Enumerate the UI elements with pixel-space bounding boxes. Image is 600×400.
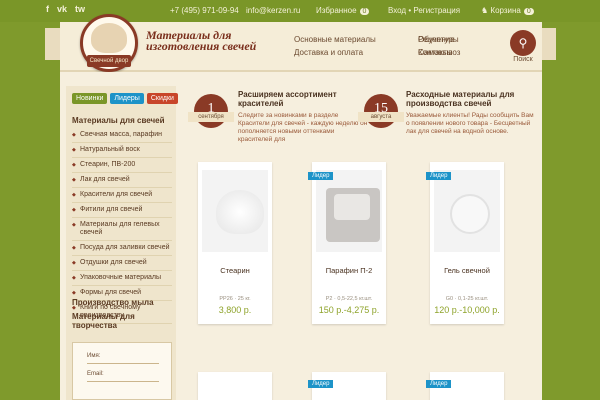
product-code: PP26 (219, 296, 233, 302)
category-item[interactable]: Лак для свечей (72, 173, 172, 188)
nav-recipes[interactable]: Рецептуры (418, 35, 459, 44)
category-item[interactable]: Фитили для свечей (72, 203, 172, 218)
news-date-circle: 1 (194, 94, 228, 128)
favorites-label: Избранное (316, 6, 357, 15)
search-button[interactable]: ⚲ (510, 30, 536, 56)
product-price: 150 р.-4,275 р. (318, 305, 380, 315)
category-item[interactable]: Отдушки для свечей (72, 256, 172, 271)
product-card[interactable]: Стеарин PP26 · 25 кг. 3,800 р. (198, 162, 272, 324)
product-price: 120 р.-10,000 р. (434, 305, 500, 315)
leader-badge: Лидер (308, 172, 334, 180)
product-image (434, 170, 500, 252)
news-month: августа (358, 112, 404, 122)
name-label: Имя: (87, 353, 101, 359)
product-code: P2 (325, 296, 333, 302)
product-image (202, 170, 268, 252)
login-form: Имя: Email: (72, 342, 172, 400)
phone-number[interactable]: +7 (495) 971-09-94 (170, 6, 239, 15)
site-logo[interactable]: Свечной двор (80, 14, 138, 72)
filter-tabs: Новинки Лидеры Скидки (72, 93, 178, 104)
category-item[interactable]: Свечная масса, парафин (72, 128, 172, 143)
main-nav: Основные материалы Обучение Доставка и о… (294, 35, 504, 57)
twitter-icon[interactable]: tw (75, 4, 85, 14)
category-item[interactable]: Натуральный воск (72, 143, 172, 158)
category-item[interactable]: Материалы для гелевых свечей (72, 218, 172, 241)
facebook-icon[interactable]: f (46, 4, 49, 14)
news-title[interactable]: Расширяем ассортимент красителей (238, 90, 368, 108)
product-code: G0 (445, 296, 454, 302)
cart-count-badge: 0 (523, 8, 534, 15)
vk-icon[interactable]: vk (57, 4, 67, 14)
product-name[interactable]: Стеарин (198, 266, 272, 275)
product-name[interactable]: Парафин П-2 (312, 266, 386, 275)
category-item[interactable]: Красители для свечей (72, 188, 172, 203)
filter-sale[interactable]: Скидки (146, 93, 178, 104)
sidebar-section-soap[interactable]: Производство мыла (72, 298, 154, 307)
product-meta: G0 · 0,1-25 кг.шт. (445, 296, 489, 302)
product-card[interactable]: Гель свечной G0 · 0,1-25 кг.шт. 120 р.-1… (430, 162, 504, 324)
category-list: Свечная масса, парафин Натуральный воск … (72, 128, 172, 324)
nav-basic-materials[interactable]: Основные материалы (294, 35, 418, 44)
category-item[interactable]: Посуда для заливки свечей (72, 241, 172, 256)
product-meta: P2 · 0,5-22,5 кг.шт. (325, 296, 373, 302)
category-item[interactable]: Стеарин, ПВ-200 (72, 158, 172, 173)
product-unit: 0,5-22,5 кг.шт. (337, 296, 373, 302)
paraffin-image-highlight (334, 194, 370, 220)
filter-new[interactable]: Новинки (72, 93, 108, 104)
filter-leaders[interactable]: Лидеры (110, 93, 144, 104)
email-input[interactable] (87, 381, 159, 382)
leader-badge: Лидер (426, 172, 452, 180)
product-unit: 0,1-25 кг.шт. (457, 296, 489, 302)
cart-icon: ♞ (481, 6, 491, 15)
product-image (316, 170, 382, 252)
cart-label: Корзина (490, 6, 521, 15)
news-date-circle: 15 (364, 94, 398, 128)
name-input[interactable] (87, 363, 159, 364)
site-title: Материалы для изготовления свечей (146, 28, 257, 53)
leader-badge: Лидер (426, 380, 452, 388)
sidebar-section-crafts[interactable]: Материалы для творчества (72, 312, 162, 330)
news-title[interactable]: Расходные материалы для производства све… (406, 90, 532, 108)
gel-image (450, 194, 490, 234)
product-price: 3,800 р. (218, 305, 252, 315)
nav-delivery[interactable]: Доставка и оплата (294, 48, 418, 57)
stearin-image (216, 190, 264, 234)
search-label: Поиск (513, 56, 533, 63)
nav-contacts[interactable]: Контакты (418, 48, 459, 57)
news-text: Уважаемые клиенты! Рады сообщить Вам о п… (406, 112, 534, 135)
category-item[interactable]: Упаковочные материалы (72, 271, 172, 286)
news-text: Следите за новинками в разделе Красители… (238, 112, 368, 143)
news-month: сентября (188, 112, 234, 122)
nav-right: Рецептуры Контакты (418, 35, 459, 57)
top-bar: f vk tw +7 (495) 971-09-94 info@kerzen.r… (0, 0, 600, 22)
login-register-link[interactable]: Вход • Регистрация (388, 6, 460, 15)
product-card[interactable] (198, 372, 272, 400)
social-links: f vk tw (46, 4, 85, 14)
logo-illustration (91, 23, 127, 53)
cart-link[interactable]: ♞ Корзина 0 (481, 6, 534, 15)
email-link[interactable]: info@kerzen.ru (246, 6, 300, 15)
search-icon: ⚲ (518, 36, 528, 50)
product-meta: PP26 · 25 кг. (219, 296, 251, 302)
logo-label: Свечной двор (87, 55, 131, 67)
sidebar-section-candle-materials[interactable]: Материалы для свечей (72, 116, 165, 125)
email-label: Email: (87, 371, 104, 377)
favorites-link[interactable]: Избранное 0 (316, 6, 370, 15)
product-name[interactable]: Гель свечной (430, 266, 504, 275)
product-unit: 25 кг. (237, 296, 251, 302)
favorites-count-badge: 0 (359, 8, 370, 15)
product-card[interactable]: Парафин П-2 P2 · 0,5-22,5 кг.шт. 150 р.-… (312, 162, 386, 324)
leader-badge: Лидер (308, 380, 334, 388)
